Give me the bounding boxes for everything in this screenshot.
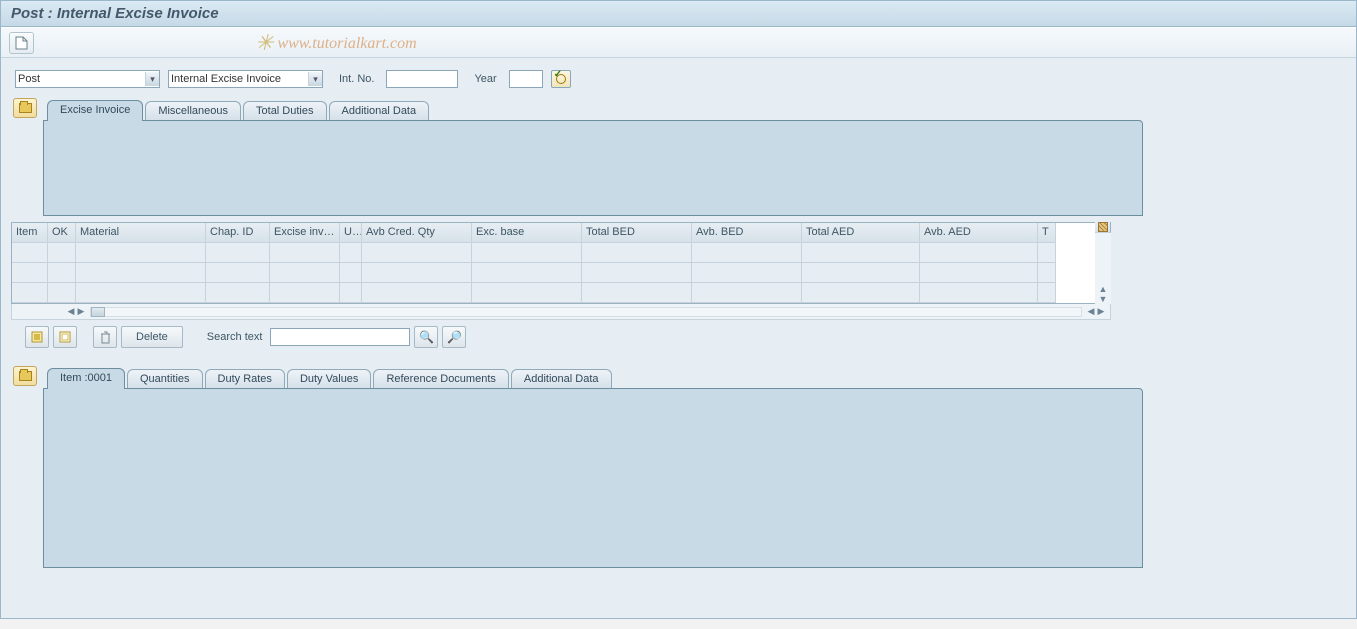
- header-tab-body: [43, 120, 1143, 216]
- filter-bar: Post Internal Excise Invoice Int. No. Ye…: [9, 66, 1348, 98]
- col-t[interactable]: T: [1038, 223, 1056, 243]
- chevron-down-icon: [145, 72, 159, 86]
- binoculars-icon: 🔍: [419, 330, 434, 344]
- trash-icon: [100, 331, 111, 344]
- tab-excise-invoice[interactable]: Excise Invoice: [47, 100, 143, 121]
- scroll-left-icon[interactable]: ◀: [66, 306, 76, 317]
- collapse-item-button[interactable]: [13, 366, 37, 386]
- col-material[interactable]: Material: [76, 223, 206, 243]
- config-icon: [1098, 222, 1108, 232]
- col-chap-id[interactable]: Chap. ID: [206, 223, 270, 243]
- folder-icon: [19, 371, 32, 381]
- tab-duty-values[interactable]: Duty Values: [287, 369, 372, 389]
- col-avb-aed[interactable]: Avb. AED: [920, 223, 1038, 243]
- intno-label: Int. No.: [331, 73, 378, 85]
- item-tab-body: [43, 388, 1143, 568]
- grid-row[interactable]: [12, 243, 1095, 263]
- col-exc-base[interactable]: Exc. base: [472, 223, 582, 243]
- action-dropdown[interactable]: Post: [15, 70, 160, 88]
- col-item[interactable]: Item: [12, 223, 48, 243]
- execute-button[interactable]: [551, 70, 571, 88]
- execute-icon: [556, 74, 566, 84]
- col-total-aed[interactable]: Total AED: [802, 223, 920, 243]
- grid-row[interactable]: [12, 263, 1095, 283]
- grid-config-button[interactable]: [1095, 222, 1111, 233]
- document-type-value: Internal Excise Invoice: [171, 73, 281, 85]
- intno-input[interactable]: [386, 70, 458, 88]
- document-type-dropdown[interactable]: Internal Excise Invoice: [168, 70, 323, 88]
- tab-item-0001[interactable]: Item :0001: [47, 368, 125, 389]
- scrollbar-thumb[interactable]: [91, 307, 105, 317]
- chevron-down-icon: [308, 72, 322, 86]
- search-label: Search text: [207, 331, 267, 343]
- items-grid[interactable]: Item OK Material Chap. ID Excise invoi..…: [11, 222, 1095, 304]
- items-grid-wrap: Item OK Material Chap. ID Excise invoi..…: [11, 222, 1111, 320]
- scroll-right-icon[interactable]: ▶: [76, 306, 86, 317]
- col-uom[interactable]: U...: [340, 223, 362, 243]
- col-total-bed[interactable]: Total BED: [582, 223, 692, 243]
- year-label: Year: [466, 73, 500, 85]
- tab-duty-rates[interactable]: Duty Rates: [205, 369, 285, 389]
- binoculars-next-icon: 🔎: [447, 330, 462, 344]
- header-tabs: Excise Invoice Miscellaneous Total Dutie…: [43, 98, 1143, 120]
- find-next-button[interactable]: 🔎: [442, 326, 466, 348]
- grid-vertical-scrollbar[interactable]: ▲ ▼: [1095, 222, 1111, 304]
- content-area: Post Internal Excise Invoice Int. No. Ye…: [1, 58, 1356, 618]
- collapse-header-button[interactable]: [13, 98, 37, 118]
- grid-horizontal-scrollbar[interactable]: ◀ ▶ ◀ ▶: [11, 304, 1111, 320]
- deselect-all-icon: [59, 331, 71, 343]
- year-input[interactable]: [509, 70, 543, 88]
- item-tabs: Item :0001 Quantities Duty Rates Duty Va…: [43, 366, 1143, 388]
- scroll-left-end-icon[interactable]: ◀: [1086, 306, 1096, 317]
- tab-total-duties[interactable]: Total Duties: [243, 101, 326, 121]
- action-dropdown-value: Post: [18, 73, 40, 85]
- scroll-up-icon[interactable]: ▲: [1095, 284, 1111, 294]
- page-title: Post : Internal Excise Invoice: [11, 5, 219, 22]
- find-button[interactable]: 🔍: [414, 326, 438, 348]
- col-avb-bed[interactable]: Avb. BED: [692, 223, 802, 243]
- grid-header-row: Item OK Material Chap. ID Excise invoi..…: [12, 223, 1095, 243]
- app-frame: Post : Internal Excise Invoice Post Inte…: [0, 0, 1357, 619]
- search-input[interactable]: [270, 328, 410, 346]
- col-ok[interactable]: OK: [48, 223, 76, 243]
- folder-icon: [19, 103, 32, 113]
- col-avb-cred-qty[interactable]: Avb Cred. Qty: [362, 223, 472, 243]
- scroll-right-end-icon[interactable]: ▶: [1096, 306, 1106, 317]
- new-document-button[interactable]: [9, 32, 34, 54]
- item-detail-section: Item :0001 Quantities Duty Rates Duty Va…: [9, 366, 1348, 568]
- tab-additional-data-item[interactable]: Additional Data: [511, 369, 612, 389]
- select-all-button[interactable]: [25, 326, 49, 348]
- app-toolbar: [1, 27, 1356, 57]
- tab-reference-documents[interactable]: Reference Documents: [373, 369, 508, 389]
- tab-quantities[interactable]: Quantities: [127, 369, 203, 389]
- col-excise-invoice[interactable]: Excise invoi...: [270, 223, 340, 243]
- grid-row[interactable]: [12, 283, 1095, 303]
- select-all-icon: [31, 331, 43, 343]
- tab-miscellaneous[interactable]: Miscellaneous: [145, 101, 241, 121]
- title-bar: Post : Internal Excise Invoice: [1, 1, 1356, 27]
- scroll-down-icon[interactable]: ▼: [1095, 294, 1111, 304]
- grid-toolbar: Delete Search text 🔍 🔎: [23, 322, 1123, 352]
- trash-button[interactable]: [93, 326, 117, 348]
- delete-button[interactable]: Delete: [121, 326, 183, 348]
- header-section: Excise Invoice Miscellaneous Total Dutie…: [9, 98, 1348, 216]
- tab-additional-data-header[interactable]: Additional Data: [329, 101, 430, 121]
- deselect-all-button[interactable]: [53, 326, 77, 348]
- document-icon: [15, 36, 28, 50]
